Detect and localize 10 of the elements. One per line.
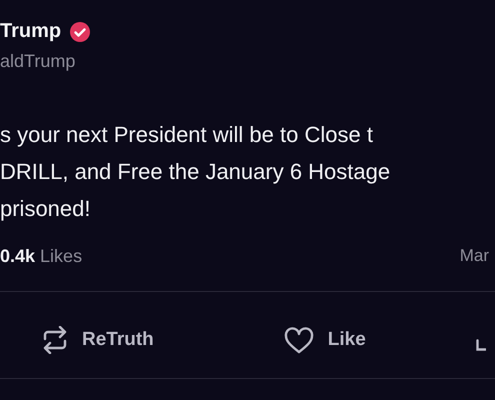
like-button[interactable]: Like — [284, 326, 366, 354]
like-count: 0.4k — [0, 246, 36, 266]
author-name[interactable]: Trump — [0, 20, 62, 43]
post-text-line: prisoned! — [0, 195, 92, 223]
retruth-button[interactable]: ReTruth — [42, 326, 154, 354]
post-text-line: DRILL, and Free the January 6 Hostage — [0, 158, 392, 186]
post-text-line: s your next President will be to Close t — [0, 121, 374, 149]
likes-label: Likes — [40, 246, 82, 266]
post-date: Mar — [460, 246, 489, 266]
author-handle[interactable]: aldTrump — [0, 51, 495, 72]
